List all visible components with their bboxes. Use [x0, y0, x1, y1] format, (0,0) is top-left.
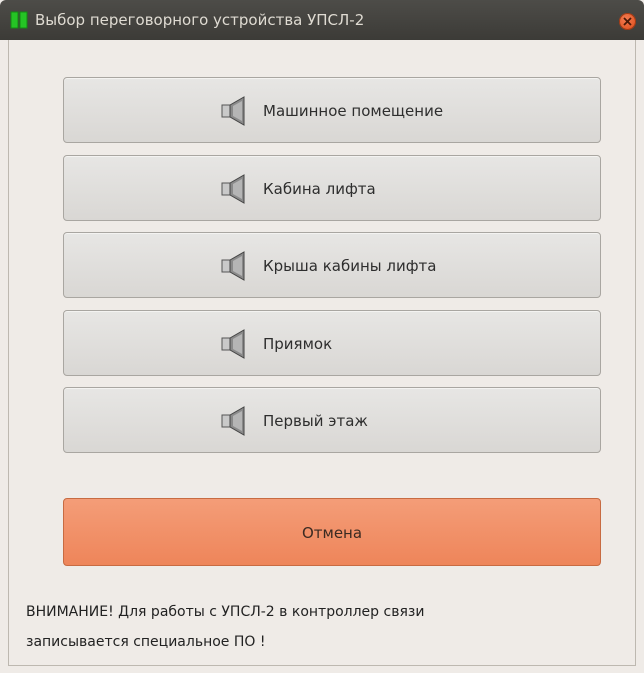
warning-text: ВНИМАНИЕ! Для работы с УПСЛ-2 в контролл… [26, 597, 616, 657]
device-label: Крыша кабины лифта [263, 257, 437, 275]
speaker-icon [221, 406, 245, 436]
warning-line-2: записывается специальное ПО ! [26, 634, 266, 650]
close-button[interactable] [619, 13, 636, 30]
device-button-pit[interactable]: Приямок [63, 310, 601, 376]
close-icon [623, 17, 632, 26]
dialog-window: Выбор переговорного устройства УПСЛ-2 Ма… [0, 0, 644, 673]
speaker-icon [221, 174, 245, 204]
cancel-button[interactable]: Отмена [63, 498, 601, 566]
device-button-machine-room[interactable]: Машинное помещение [63, 77, 601, 143]
speaker-icon [221, 329, 245, 359]
cancel-label: Отмена [301, 524, 363, 542]
device-label: Кабина лифта [263, 180, 376, 198]
warning-line-1: ВНИМАНИЕ! Для работы с УПСЛ-2 в контролл… [26, 604, 425, 620]
device-button-elevator-cabin[interactable]: Кабина лифта [63, 155, 601, 221]
speaker-icon [221, 96, 245, 126]
device-button-first-floor[interactable]: Первый этаж [63, 387, 601, 453]
window-title: Выбор переговорного устройства УПСЛ-2 [35, 11, 365, 29]
title-bar[interactable]: Выбор переговорного устройства УПСЛ-2 [0, 0, 644, 40]
speaker-icon [221, 251, 245, 281]
device-label: Машинное помещение [263, 102, 444, 120]
device-button-cabin-roof[interactable]: Крыша кабины лифта [63, 232, 601, 298]
dialog-content: Машинное помещение Кабина лифта Крыша ка… [8, 40, 636, 666]
green-bars-icon [10, 11, 28, 29]
device-label: Первый этаж [263, 412, 368, 430]
device-label: Приямок [263, 335, 333, 353]
